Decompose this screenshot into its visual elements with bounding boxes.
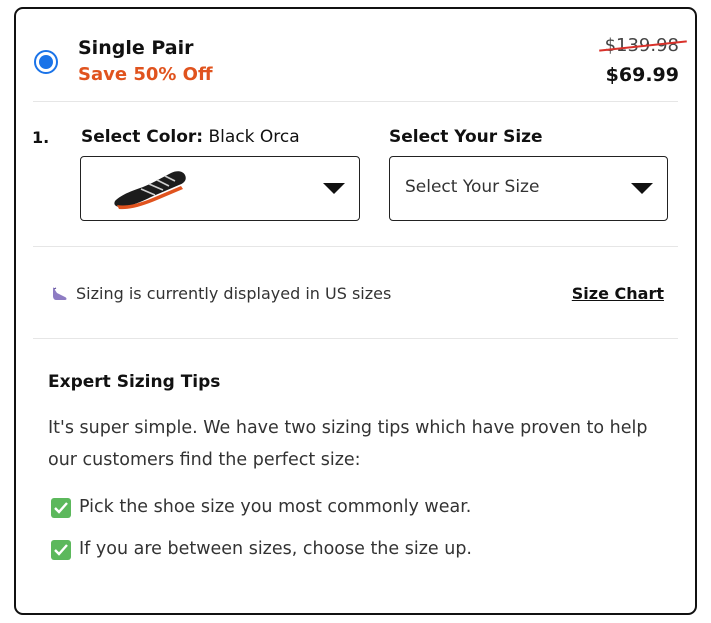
sale-price: $69.99 bbox=[605, 64, 679, 86]
size-label: Select Your Size bbox=[389, 127, 543, 147]
tips-body: It's super simple. We have two sizing ti… bbox=[48, 418, 648, 470]
chevron-down-icon bbox=[631, 183, 653, 194]
divider bbox=[33, 246, 678, 247]
tips-title: Expert Sizing Tips bbox=[48, 372, 221, 392]
color-select[interactable] bbox=[80, 156, 360, 221]
color-label: Select Color: Black Orca bbox=[81, 127, 300, 147]
original-price: $139.98 bbox=[598, 35, 687, 56]
size-select-value: Select Your Size bbox=[405, 177, 540, 197]
checkbox-checked-icon bbox=[51, 540, 71, 560]
shoe-thumbnail-icon bbox=[114, 171, 186, 210]
checkbox-checked-icon bbox=[51, 498, 71, 518]
color-label-text: Select Color: bbox=[81, 127, 204, 147]
size-select[interactable]: Select Your Size bbox=[389, 156, 668, 221]
offer-title: Single Pair bbox=[78, 37, 194, 59]
tip-item-text: Pick the shoe size you most commonly wea… bbox=[79, 497, 472, 517]
tip-item-text: If you are between sizes, choose the siz… bbox=[79, 539, 472, 559]
size-chart-link[interactable]: Size Chart bbox=[572, 284, 664, 303]
radio-selected-dot bbox=[39, 55, 53, 69]
step-number: 1. bbox=[32, 128, 50, 147]
single-pair-radio[interactable] bbox=[34, 50, 58, 74]
divider bbox=[33, 338, 678, 339]
shoe-icon bbox=[53, 287, 67, 300]
color-value: Black Orca bbox=[208, 127, 300, 147]
chevron-down-icon bbox=[323, 183, 345, 194]
sizing-note: Sizing is currently displayed in US size… bbox=[76, 284, 392, 303]
offer-discount: Save 50% Off bbox=[78, 64, 213, 85]
divider bbox=[33, 101, 678, 102]
purchase-option-card: Single Pair Save 50% Off $139.98 $69.99 … bbox=[14, 7, 697, 615]
